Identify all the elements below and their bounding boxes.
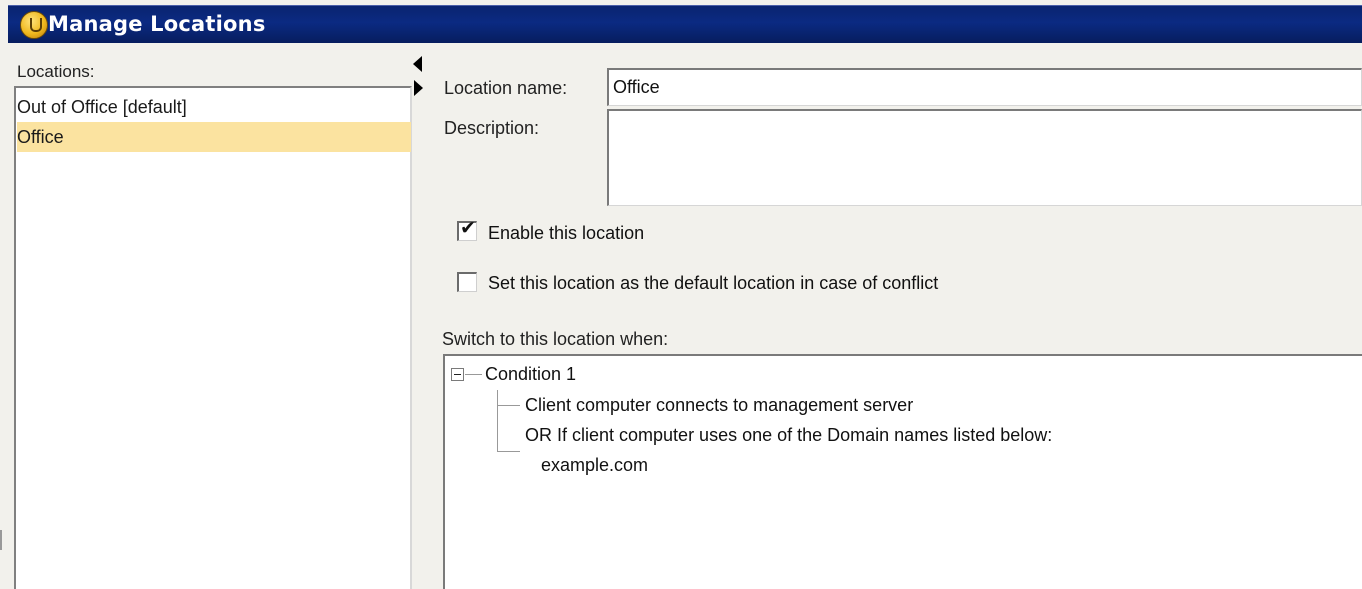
location-name-field[interactable] [607,68,1362,106]
collapse-left-arrow-icon[interactable] [413,56,422,72]
tree-node-condition[interactable]: Condition 1 [485,364,576,385]
location-name-label: Location name: [444,78,568,98]
switch-condition-label: Switch to this location when: [442,329,669,349]
panel-splitter[interactable] [412,50,434,589]
description-label: Description: [444,118,540,138]
enable-location-label[interactable]: Enable this location [488,223,644,244]
default-location-checkbox[interactable] [457,272,477,292]
locations-label: Locations: [17,62,95,81]
location-item-office[interactable]: Office [17,122,411,152]
window-edge-marker [0,530,6,550]
collapse-minus-icon[interactable] [451,368,464,381]
window-title: Manage Locations [48,12,266,36]
locations-list[interactable]: Out of Office [default] Office [14,86,412,589]
tree-connector [497,451,520,452]
tree-connector [497,405,520,406]
tree-node-rule[interactable]: OR If client computer uses one of the Do… [525,425,1052,446]
tree-connector [497,390,498,451]
tree-connector [465,374,482,375]
checkmark-icon: ✔ [460,218,476,239]
tree-node-domain[interactable]: example.com [541,455,648,476]
description-field[interactable] [607,109,1362,206]
title-bar[interactable]: Manage Locations [8,5,1362,43]
expand-right-arrow-icon[interactable] [414,80,423,96]
tree-node-rule[interactable]: Client computer connects to management s… [525,395,913,416]
enable-location-checkbox[interactable]: ✔ [457,218,477,241]
location-item-out-of-office[interactable]: Out of Office [default] [17,92,411,122]
shield-icon [20,11,48,39]
manage-locations-window: Manage Locations Locations: Out of Offic… [0,0,1362,589]
default-location-label[interactable]: Set this location as the default locatio… [488,273,938,294]
